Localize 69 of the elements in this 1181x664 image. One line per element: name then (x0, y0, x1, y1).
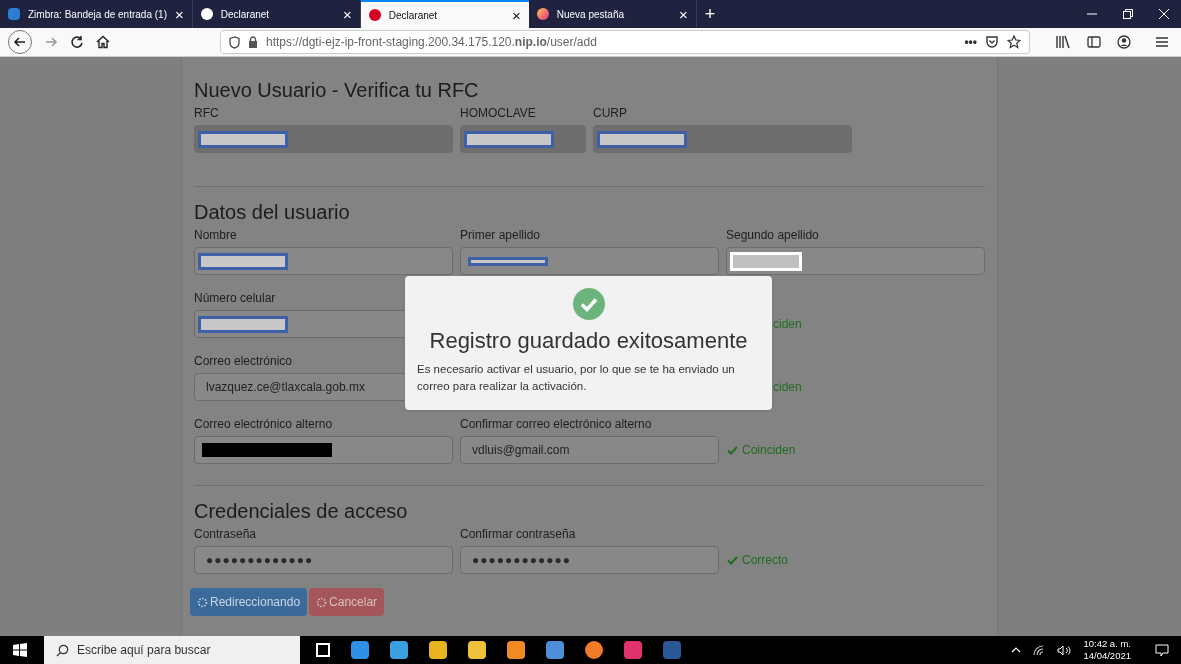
redaction-block (730, 251, 802, 271)
start-icon[interactable] (13, 643, 27, 657)
chevron-up-icon[interactable] (1011, 646, 1022, 654)
check-icon (727, 445, 738, 455)
back-arrow-icon (13, 35, 27, 49)
field-label: RFC (194, 105, 220, 121)
home-icon[interactable] (96, 35, 110, 49)
field-label: Primer apellido (460, 227, 542, 243)
close-tab-button[interactable]: × (174, 6, 184, 22)
check-icon (727, 555, 738, 565)
sidebar-icon[interactable] (1087, 35, 1101, 49)
url-text: https://dgti-ejz-ip-front-staging.200.34.175.120.nip.io/user/add (266, 34, 598, 51)
input-field[interactable]: vdluis@gmail.com (460, 436, 719, 464)
success-check-icon (572, 288, 605, 320)
menu-icon[interactable] (1155, 36, 1169, 48)
close-icon[interactable] (1159, 9, 1169, 19)
notification-icon[interactable] (1155, 643, 1169, 657)
section-heading: Credenciales de acceso (194, 499, 409, 524)
field-label: Número celular (194, 290, 277, 306)
close-tab-button[interactable]: × (342, 6, 352, 22)
field-label: Nombre (194, 227, 238, 243)
library-icon[interactable] (1055, 35, 1071, 49)
pocket-icon[interactable] (985, 35, 999, 49)
spinner-icon (316, 596, 328, 608)
new-tab-button[interactable]: + (696, 0, 724, 28)
section-heading: Datos del usuario (194, 200, 351, 225)
shield-icon (229, 35, 240, 49)
input-field[interactable] (593, 125, 852, 153)
match-status: ciden (773, 316, 802, 333)
account-icon[interactable] (1117, 35, 1131, 49)
task-view-icon[interactable] (316, 643, 330, 657)
app-icon (8, 8, 20, 20)
field-label: CURP (593, 105, 628, 121)
wifi-icon[interactable] (1033, 644, 1046, 656)
dialog-title: Registro guardado exitosamente (429, 327, 748, 355)
close-tab-button[interactable]: × (511, 7, 521, 23)
speaker-icon[interactable] (1057, 644, 1072, 656)
input-field[interactable] (194, 247, 453, 275)
page-actions-menu[interactable]: ••• (964, 33, 977, 51)
section-heading: Nuevo Usuario - Verifica tu RFC (194, 78, 480, 103)
match-status: Coinciden (742, 442, 796, 459)
input-field[interactable] (460, 247, 719, 275)
reload-icon[interactable] (70, 35, 84, 49)
restore-icon[interactable] (1123, 9, 1133, 19)
address-bar[interactable]: https://dgti-ejz-ip-front-staging.200.34.175.120.nip.io/user/add ••• (220, 30, 1030, 54)
field-label: Confirmar correo electrónico alterno (460, 416, 653, 432)
search-icon (56, 643, 69, 657)
taskbar-search-field[interactable]: Escribe aquí para buscar (44, 636, 300, 664)
input-field[interactable] (194, 436, 453, 464)
forward-icon[interactable] (44, 35, 58, 49)
field-label: HOMOCLAVE (460, 105, 537, 121)
site-logo-icon (200, 8, 213, 20)
match-status: Correcto (742, 552, 788, 569)
field-label: Segundo apellido (726, 227, 820, 243)
input-field[interactable] (460, 125, 586, 153)
spinner-icon (197, 596, 208, 608)
input-field[interactable] (726, 247, 985, 275)
star-icon[interactable] (1007, 35, 1021, 49)
taskbar-clock[interactable]: 10:42 a. m. 14/04/2021 (1083, 638, 1131, 662)
password-field[interactable]: ●●●●●●●●●●●●● (194, 546, 453, 574)
field-label: Contraseña (194, 526, 258, 542)
close-tab-button[interactable]: × (678, 6, 688, 22)
field-label: Confirmar contraseña (460, 526, 577, 542)
lock-icon (248, 36, 258, 48)
field-label: Correo electrónico alterno (194, 416, 334, 432)
password-field[interactable]: ●●●●●●●●●●●● (460, 546, 719, 574)
input-field[interactable] (194, 125, 453, 153)
browser-tab[interactable]: Declaranet × (360, 0, 529, 28)
match-status: ciden (773, 379, 802, 396)
